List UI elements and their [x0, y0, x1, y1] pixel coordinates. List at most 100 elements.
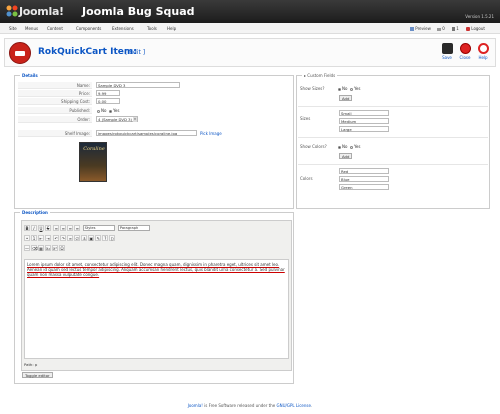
outdent-icon[interactable]: ⇤	[38, 235, 44, 241]
align-right-icon[interactable]: ≡	[67, 225, 74, 231]
superscript-icon[interactable]: x²	[52, 245, 58, 251]
chevron-down-icon: ▾	[133, 117, 137, 122]
show-sizes-radios: No Yes	[338, 86, 360, 91]
color-field-red[interactable]: Red	[339, 168, 389, 174]
italic-icon[interactable]: I	[31, 225, 37, 231]
bullet-list-icon[interactable]: •	[24, 235, 30, 241]
mail-icon	[437, 27, 441, 31]
remove-format-icon[interactable]: ⌫	[31, 245, 38, 251]
details-legend: Details	[20, 73, 40, 78]
styles-select[interactable]: Styles	[82, 225, 115, 231]
align-left-icon[interactable]: ≡	[53, 225, 60, 231]
pick-image-link[interactable]: Pick Image	[200, 131, 222, 136]
order-label: Order:	[18, 116, 92, 123]
link-icon[interactable]: ∞	[67, 235, 74, 241]
align-center-icon[interactable]: ≡	[60, 225, 67, 231]
divider	[298, 164, 488, 165]
editor-text: Lorem ipsum dolor sit amet, consectetur …	[27, 262, 285, 277]
undo-icon[interactable]: ↶	[53, 235, 60, 241]
published-yes-radio[interactable]	[109, 109, 112, 113]
main-menu: Site Menus Content Components Extensions…	[0, 23, 500, 34]
preview-icon	[410, 27, 414, 31]
underline-icon[interactable]: U	[38, 225, 44, 231]
site-title: Joomla Bug Squad	[82, 5, 195, 18]
show-sizes-label: Show Sizes?	[300, 86, 325, 91]
toolbar: RokQuickCart Item: [ Edit ] Save Close H…	[4, 38, 496, 67]
footer: Joomla! is Free Software released under …	[0, 403, 500, 408]
help-button[interactable]: Help	[473, 42, 493, 64]
size-field-small[interactable]: Small	[339, 110, 389, 116]
edit-tag: [ Edit ]	[125, 49, 146, 56]
shelf-label: Shelf Image:	[18, 130, 92, 137]
rokquickcart-logo-icon	[9, 42, 31, 64]
shipping-label: Shipping Cost:	[18, 98, 92, 105]
align-justify-icon[interactable]: ≡	[74, 225, 81, 231]
show-colors-label: Show Colors?	[300, 144, 327, 149]
subscript-icon[interactable]: x₂	[45, 245, 51, 251]
help-icon[interactable]: ?	[102, 235, 109, 241]
save-button[interactable]: Save	[437, 42, 457, 64]
shelf-image-field[interactable]: images/rokquickcart/samples/coraline.jpg	[96, 130, 197, 136]
image-icon[interactable]: ▣	[88, 235, 95, 241]
add-color-button[interactable]: Add	[339, 153, 353, 159]
description-legend: Description	[20, 210, 50, 215]
show-colors-yes-radio[interactable]	[350, 145, 353, 149]
indent-icon[interactable]: ⇥	[45, 235, 51, 241]
horizontal-rule-icon[interactable]: —	[24, 245, 30, 251]
wysiwyg-editor: BIUS ≡ ≡ ≡ ≡ Styles Paragraph • 1 ⇤ ⇥ ↶ ↷ ∞ ∅ ⚓ ▣ ✎?…	[21, 220, 292, 371]
cleanup-icon[interactable]: ✎	[95, 235, 102, 241]
size-field-large[interactable]: Large	[339, 126, 389, 132]
numbered-list-icon[interactable]: 1	[31, 235, 37, 241]
cover-title: Coraline	[83, 146, 105, 152]
size-field-medium[interactable]: Medium	[339, 118, 389, 124]
menu-tools[interactable]: Tools	[147, 26, 157, 31]
preview-link[interactable]: Preview	[410, 26, 431, 31]
menu-extensions[interactable]: Extensions	[112, 26, 134, 31]
name-label: Name:	[18, 82, 92, 89]
license-link[interactable]: GNU/GPL License	[277, 403, 311, 408]
add-size-button[interactable]: Add	[339, 95, 353, 101]
page-title: RokQuickCart Item:	[38, 47, 137, 57]
published-no-radio[interactable]	[97, 109, 100, 113]
anchor-icon[interactable]: ⚓	[81, 235, 88, 241]
users-status[interactable]: 1	[452, 26, 459, 31]
special-char-icon[interactable]: Ω	[59, 245, 65, 251]
menu-components[interactable]: Components	[76, 26, 101, 31]
messages-status[interactable]: 0	[437, 26, 445, 31]
custom-fields-legend: ▸ Custom Fields	[302, 73, 338, 78]
menu-help[interactable]: Help	[167, 26, 176, 31]
published-label: Published:	[18, 107, 92, 114]
order-select[interactable]: 4 (Sample DVD 3) ▾	[96, 116, 138, 122]
collapse-arrow-icon[interactable]: ▸	[304, 73, 306, 78]
bold-icon[interactable]: B	[24, 225, 30, 231]
editor-toolbar-row-2: • 1 ⇤ ⇥ ↶ ↷ ∞ ∅ ⚓ ▣ ✎? ⟨⟩	[24, 235, 116, 243]
unlink-icon[interactable]: ∅	[74, 235, 81, 241]
format-select[interactable]: Paragraph	[117, 225, 150, 231]
close-button[interactable]: Close	[455, 42, 475, 64]
menu-site[interactable]: Site	[9, 26, 17, 31]
visual-aid-icon[interactable]: ▦	[38, 245, 44, 251]
close-icon	[459, 43, 471, 54]
color-field-green[interactable]: Green	[339, 184, 389, 190]
color-field-blue[interactable]: Blue	[339, 176, 389, 182]
strikethrough-icon[interactable]: S	[45, 225, 51, 231]
divider	[298, 137, 488, 138]
show-sizes-yes-radio[interactable]	[350, 87, 353, 91]
menu-menus[interactable]: Menus	[25, 26, 38, 31]
logout-link[interactable]: Logout	[466, 26, 485, 31]
show-sizes-no-radio[interactable]	[338, 87, 341, 91]
floppy-disk-icon	[441, 43, 453, 54]
menu-content[interactable]: Content	[47, 26, 63, 31]
joomla-link[interactable]: Joomla!	[188, 403, 203, 408]
editor-content[interactable]: Lorem ipsum dolor sit amet, consectetur …	[24, 259, 289, 359]
joomla-logo-icon	[6, 5, 18, 17]
show-colors-radios: No Yes	[338, 144, 360, 149]
html-source-icon[interactable]: ⟨⟩	[109, 235, 116, 241]
price-field[interactable]: 9.99	[96, 90, 120, 96]
published-radios: No Yes	[97, 108, 119, 113]
redo-icon[interactable]: ↷	[60, 235, 67, 241]
show-colors-no-radio[interactable]	[338, 145, 341, 149]
name-field[interactable]: Sample DVD 3	[96, 82, 180, 88]
toggle-editor-button[interactable]: Toggle editor	[22, 372, 53, 378]
shipping-field[interactable]: 0.00	[96, 98, 120, 104]
